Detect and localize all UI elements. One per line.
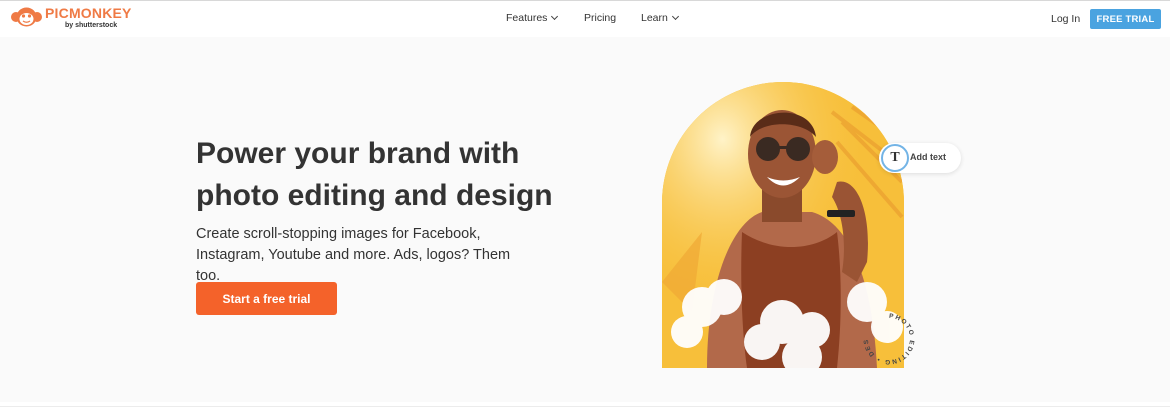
main-nav: Features Pricing Learn <box>0 1 1170 37</box>
nav-pricing-label: Pricing <box>584 12 617 24</box>
nav-features[interactable]: Features <box>506 12 559 24</box>
nav-pricing[interactable]: Pricing <box>584 12 616 24</box>
text-tool-icon: T <box>881 144 909 172</box>
site-header: PICMONKEY by shutterstock Features Prici… <box>0 1 1170 37</box>
add-text-chip[interactable]: T Add text <box>879 143 961 173</box>
nav-learn-label: Learn <box>641 12 668 24</box>
nav-learn[interactable]: Learn <box>641 12 679 24</box>
hero-subtext: Create scroll-stopping images for Facebo… <box>196 224 516 287</box>
nav-features-label: Features <box>506 12 548 24</box>
svg-text:PHOTO EDITING • DESIGN •: PHOTO EDITING • DESIGN • <box>858 308 915 365</box>
hero-headline: Power your brand with photo editing and … <box>196 133 576 217</box>
subtext-line-2: Instagram, Youtube and more. Ads, logos?… <box>196 247 511 284</box>
start-free-trial-button[interactable]: Start a free trial <box>196 282 337 315</box>
subtext-line-1: Create scroll-stopping images for Facebo… <box>196 226 481 242</box>
badge-text: PHOTO EDITING • DESIGN • <box>855 303 914 365</box>
chevron-down-icon <box>671 12 679 21</box>
section-divider <box>0 406 1170 407</box>
headline-line-2: photo editing and design <box>196 179 553 212</box>
headline-line-1: Power your brand with <box>196 137 520 170</box>
login-link[interactable]: Log In <box>1051 13 1080 25</box>
free-trial-button[interactable]: FREE TRIAL <box>1090 9 1161 29</box>
hero-section <box>0 37 1170 402</box>
chevron-down-icon <box>551 12 559 21</box>
add-text-label: Add text <box>910 152 946 162</box>
photo-editing-design-badge: PHOTO EDITING • DESIGN • <box>855 303 920 370</box>
